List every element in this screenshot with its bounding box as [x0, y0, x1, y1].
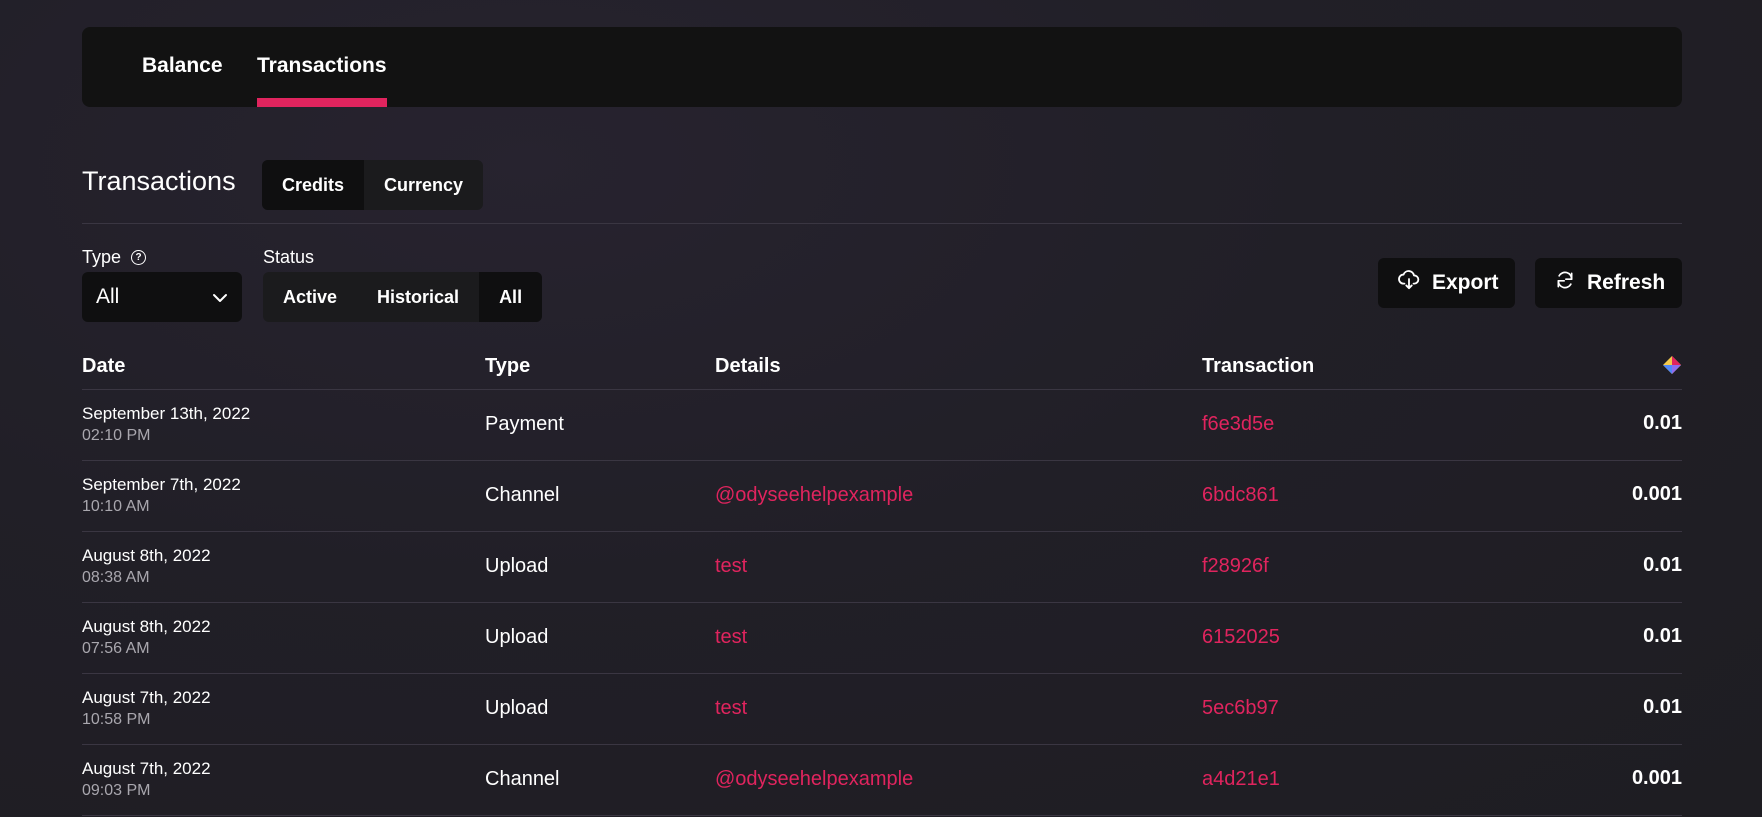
status-historical-button[interactable]: Historical	[357, 272, 479, 322]
row-amount: 0.001	[1631, 483, 1682, 505]
row-details-link[interactable]: @odyseehelpexample	[715, 484, 913, 507]
table-row: August 8th, 2022 07:56 AM Upload test 61…	[82, 603, 1682, 674]
column-header-type: Type	[485, 355, 531, 377]
status-all-button[interactable]: All	[479, 272, 543, 322]
row-time: 10:10 AM	[82, 498, 150, 515]
refresh-button-label: Refresh	[1587, 271, 1666, 294]
row-details-link[interactable]: @odyseehelpexample	[715, 768, 913, 791]
row-time: 02:10 PM	[82, 427, 151, 444]
column-header-date: Date	[82, 355, 126, 377]
help-icon[interactable]: ?	[131, 250, 147, 265]
page-title: Transactions	[82, 166, 236, 196]
row-details-link[interactable]: test	[715, 626, 747, 649]
row-time: 07:56 AM	[82, 640, 150, 657]
row-time: 09:03 PM	[82, 782, 151, 799]
row-transaction-link[interactable]: 5ec6b97	[1202, 697, 1279, 720]
table-row: August 7th, 2022 10:58 PM Upload test 5e…	[82, 674, 1682, 745]
table-row: September 7th, 2022 10:10 AM Channel @od…	[82, 461, 1682, 532]
tab-transactions-label: Transactions	[257, 54, 387, 77]
row-details-link[interactable]: test	[715, 555, 747, 578]
row-type: Payment	[485, 413, 564, 435]
active-tab-indicator	[257, 98, 387, 107]
row-type: Channel	[485, 768, 560, 790]
credits-currency-toggle: Credits Currency	[262, 160, 484, 210]
row-type: Channel	[485, 484, 560, 506]
row-date: August 7th, 2022	[82, 688, 211, 707]
row-time: 10:58 PM	[82, 711, 151, 728]
row-date: September 7th, 2022	[82, 475, 241, 494]
currency-toggle-button[interactable]: Currency	[364, 160, 483, 210]
row-details-link[interactable]: test	[715, 697, 747, 720]
row-date: August 8th, 2022	[82, 546, 211, 565]
cloud-download-icon	[1398, 270, 1432, 296]
row-transaction-link[interactable]: f6e3d5e	[1202, 413, 1274, 436]
row-amount: 0.01	[1643, 696, 1682, 718]
row-type: Upload	[485, 626, 549, 648]
credits-toggle-button[interactable]: Credits	[262, 160, 365, 210]
row-date: August 7th, 2022	[82, 759, 211, 778]
table-row: August 7th, 2022 09:03 PM Channel @odyse…	[82, 745, 1682, 816]
transactions-table: Date Type Details Transaction September …	[82, 340, 1682, 816]
chevron-down-icon	[212, 285, 228, 309]
refresh-button[interactable]: Refresh	[1535, 258, 1682, 308]
status-filter-group: Active Historical All	[263, 272, 543, 322]
tab-balance[interactable]: Balance	[142, 27, 223, 107]
export-button[interactable]: Export	[1378, 258, 1515, 308]
section-divider	[82, 223, 1682, 224]
refresh-icon	[1555, 270, 1587, 296]
row-type: Upload	[485, 697, 549, 719]
row-date: August 8th, 2022	[82, 617, 211, 636]
credits-icon	[1662, 355, 1682, 381]
row-transaction-link[interactable]: 6152025	[1202, 626, 1280, 649]
table-row: August 8th, 2022 08:38 AM Upload test f2…	[82, 532, 1682, 603]
row-amount: 0.01	[1643, 554, 1682, 576]
row-type: Upload	[485, 555, 549, 577]
tab-transactions[interactable]: Transactions	[257, 27, 387, 107]
row-amount: 0.01	[1643, 625, 1682, 647]
export-button-label: Export	[1432, 271, 1499, 294]
type-filter-label: Type ?	[82, 247, 147, 268]
tab-balance-label: Balance	[142, 54, 223, 77]
table-row: September 13th, 2022 02:10 PM Payment f6…	[82, 390, 1682, 461]
row-amount: 0.001	[1631, 767, 1682, 789]
type-filter-label-text: Type	[82, 247, 122, 267]
row-transaction-link[interactable]: a4d21e1	[1202, 768, 1280, 791]
table-header: Date Type Details Transaction	[82, 340, 1682, 390]
row-time: 08:38 AM	[82, 569, 150, 586]
type-select[interactable]: All	[82, 272, 242, 322]
status-active-button[interactable]: Active	[263, 272, 357, 322]
row-transaction-link[interactable]: 6bdc861	[1202, 484, 1279, 507]
row-date: September 13th, 2022	[82, 404, 251, 423]
status-filter-label: Status	[263, 247, 315, 267]
type-select-value: All	[96, 285, 120, 308]
column-header-details: Details	[715, 355, 781, 377]
column-header-transaction: Transaction	[1202, 355, 1315, 377]
wallet-tabs-bar: Balance Transactions	[82, 27, 1682, 107]
row-amount: 0.01	[1643, 412, 1682, 434]
row-transaction-link[interactable]: f28926f	[1202, 555, 1269, 578]
